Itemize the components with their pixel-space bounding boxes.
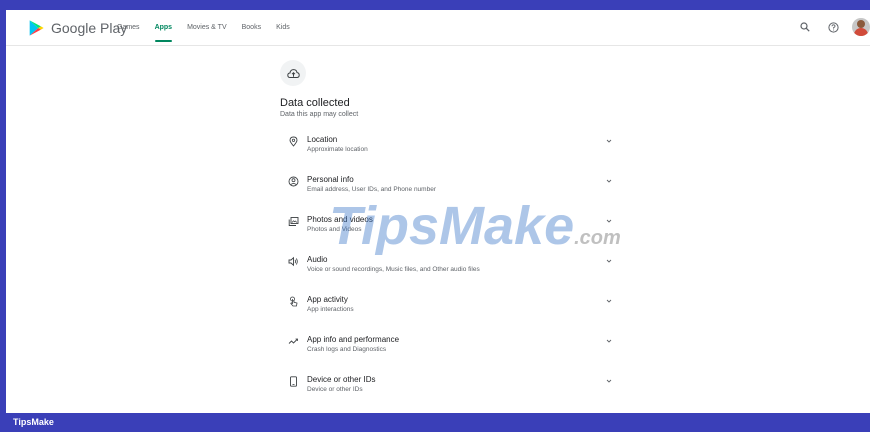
account-avatar[interactable] <box>852 18 870 36</box>
data-type-list: Location Approximate location Personal i… <box>280 135 620 413</box>
brand-name: Google Play <box>51 20 128 36</box>
row-description: Email address, User IDs, and Phone numbe… <box>307 186 436 193</box>
row-title: Location <box>307 135 338 144</box>
chevron-down-icon[interactable] <box>605 377 613 385</box>
row-description: Voice or sound recordings, Music files, … <box>307 266 480 273</box>
data-row-app-info-performance[interactable]: App info and performance Crash logs and … <box>280 335 620 375</box>
header-actions <box>796 18 870 36</box>
nav-tab-movies-tv[interactable]: Movies & TV <box>187 10 227 46</box>
row-title: App info and performance <box>307 335 400 344</box>
chevron-down-icon[interactable] <box>605 297 613 305</box>
row-title: Device or other IDs <box>307 375 376 384</box>
row-title: Audio <box>307 255 328 264</box>
nav-tab-games[interactable]: Games <box>117 10 140 46</box>
row-description: Approximate location <box>307 146 368 153</box>
section-title: Data collected <box>280 97 350 109</box>
footer-band: TipsMake <box>0 413 870 432</box>
row-description: Device or other IDs <box>307 386 363 393</box>
play-logo-icon <box>29 20 44 36</box>
location-pin-icon <box>289 136 298 147</box>
row-title: App activity <box>307 295 348 304</box>
google-play-logo-link[interactable]: Google Play <box>27 19 127 37</box>
nav-tab-apps[interactable]: Apps <box>154 10 172 46</box>
nav-tab-kids[interactable]: Kids <box>276 10 290 46</box>
watermark-suffix-text: .com <box>574 227 621 249</box>
section-subtitle: Data this app may collect <box>280 111 359 118</box>
chevron-down-icon[interactable] <box>605 137 613 145</box>
data-row-location[interactable]: Location Approximate location <box>280 135 620 175</box>
row-title: Personal info <box>307 175 354 184</box>
search-icon[interactable] <box>796 18 814 36</box>
footer-label: TipsMake <box>13 417 54 427</box>
volume-icon <box>288 256 298 267</box>
data-row-audio[interactable]: Audio Voice or sound recordings, Music f… <box>280 255 620 295</box>
primary-nav: Games Apps Movies & TV Books Kids <box>117 10 290 46</box>
row-description: App interactions <box>307 306 354 313</box>
nav-tab-books[interactable]: Books <box>242 10 261 46</box>
row-description: Crash logs and Diagnostics <box>307 346 387 353</box>
touch-app-icon <box>290 296 298 307</box>
help-icon[interactable] <box>824 18 842 36</box>
photo-icon <box>288 217 299 226</box>
data-row-app-activity[interactable]: App activity App interactions <box>280 295 620 335</box>
chevron-down-icon[interactable] <box>605 177 613 185</box>
data-row-device-ids[interactable]: Device or other IDs Device or other IDs <box>280 375 620 413</box>
person-circle-icon <box>288 176 299 187</box>
cloud-upload-icon <box>280 60 306 86</box>
chevron-down-icon[interactable] <box>605 337 613 345</box>
top-frame-band <box>0 0 870 10</box>
play-store-page: Google Play Games Apps Movies & TV Books… <box>6 10 870 413</box>
watermark-main-text: TipsMake <box>329 196 575 256</box>
device-icon <box>290 376 297 387</box>
tipsmake-watermark: TipsMake.com <box>329 195 621 257</box>
performance-icon <box>288 338 298 344</box>
top-app-bar: Google Play Games Apps Movies & TV Books… <box>6 10 870 46</box>
chevron-down-icon[interactable] <box>605 257 613 265</box>
